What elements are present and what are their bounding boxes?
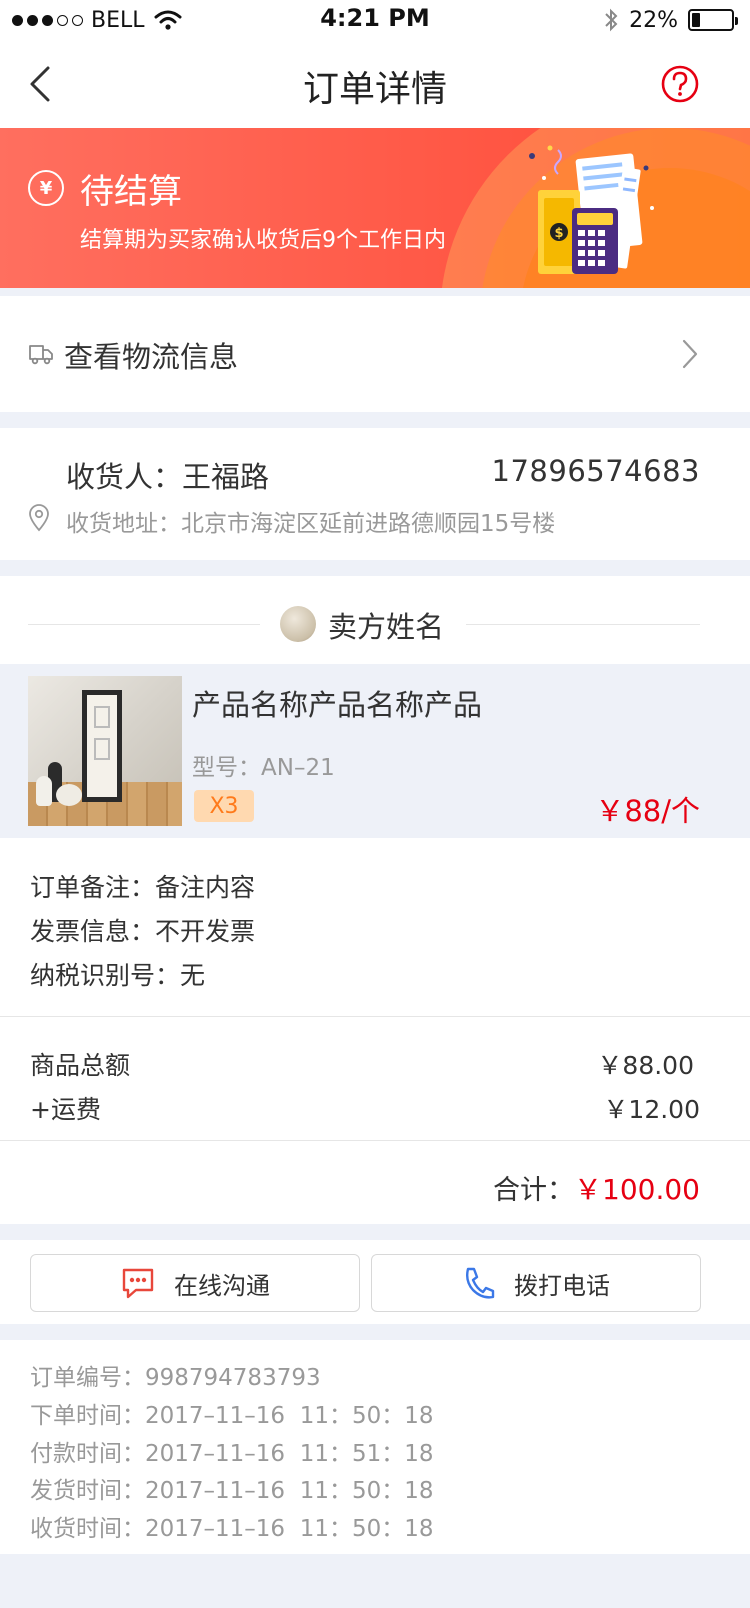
goods-total-value: ￥88.00 (597, 1051, 694, 1080)
order-total-value: ￥100.00 (574, 1173, 700, 1206)
receiver-phone: 17896574683 (491, 454, 700, 488)
received-time: 2017–11–16 11：50：18 (145, 1516, 434, 1542)
freight-label: +运费 (30, 1095, 101, 1124)
receiver-address-label: 收货地址： (66, 511, 181, 537)
receiver-address: 北京市海淀区延前进路德顺园15号楼 (181, 511, 556, 537)
yen-circle-icon: ¥ (28, 170, 64, 206)
receiver-name: 王福路 (182, 460, 270, 494)
created-time-label: 下单时间： (30, 1403, 145, 1429)
navigation-bar: 订单详情 (0, 40, 750, 128)
order-total-row: 合计： ￥100.00 (493, 1168, 700, 1208)
invoice-label: 发票信息： (30, 917, 156, 946)
shipped-time-label: 发货时间： (30, 1478, 145, 1504)
order-main-card: 卖方姓名 产品名称产品名称产品 型号：AN–21 X3 ￥88/个 订单备注：备… (0, 576, 750, 1224)
seller-name[interactable]: 卖方姓名 (328, 604, 444, 646)
phone-icon (465, 1267, 495, 1299)
paid-time-row: 付款时间：2017–11–16 11：51：18 (30, 1434, 434, 1468)
freight-value: ￥12.00 (603, 1095, 700, 1124)
status-bar: BELL 4:21 PM 22% (0, 0, 750, 40)
divider (28, 624, 260, 625)
order-remark-row: 订单备注：备注内容 (30, 868, 255, 904)
battery-percent: 22% (629, 7, 678, 33)
divider (0, 1016, 750, 1017)
logistics-row[interactable]: 查看物流信息 (0, 296, 750, 412)
call-phone-button[interactable]: 拨打电话 (371, 1254, 701, 1312)
order-status-banner: ¥ 待结算 结算期为买家确认收货后9个工作日内 $ (0, 128, 750, 288)
order-remark: 备注内容 (155, 873, 256, 902)
receiver-address-row: 收货地址：北京市海淀区延前进路德顺园15号楼 (66, 504, 555, 538)
product-image (28, 676, 182, 826)
divider (0, 1140, 750, 1141)
bluetooth-icon (605, 8, 618, 32)
paid-time: 2017–11–16 11：51：18 (145, 1441, 434, 1467)
product-model-row: 型号：AN–21 (192, 748, 335, 782)
order-timeline: 订单编号：998794783793 下单时间：2017–11–16 11：50：… (0, 1340, 750, 1554)
product-item[interactable]: 产品名称产品名称产品 型号：AN–21 X3 ￥88/个 (0, 664, 750, 838)
svg-text:$: $ (554, 226, 563, 241)
tax-id-row: 纳税识别号：无 (30, 956, 205, 992)
product-model: AN–21 (261, 755, 335, 781)
call-phone-label: 拨打电话 (514, 1271, 610, 1300)
invoice-row: 发票信息：不开发票 (30, 912, 255, 948)
seller-avatar[interactable] (280, 606, 316, 642)
received-time-row: 收货时间：2017–11–16 11：50：18 (30, 1509, 434, 1543)
battery-level (692, 13, 701, 27)
receiver-card: 收货人：王福路 17896574683 收货地址：北京市海淀区延前进路德顺园15… (0, 428, 750, 560)
created-time: 2017–11–16 11：50：18 (145, 1403, 434, 1429)
shipped-time: 2017–11–16 11：50：18 (145, 1478, 434, 1504)
paid-time-label: 付款时间： (30, 1441, 145, 1467)
online-chat-button[interactable]: 在线沟通 (30, 1254, 360, 1312)
shipped-time-row: 发货时间：2017–11–16 11：50：18 (30, 1471, 434, 1505)
online-chat-label: 在线沟通 (174, 1271, 270, 1300)
settlement-illustration: $ (529, 145, 654, 274)
logistics-label: 查看物流信息 (64, 340, 239, 374)
status-title: 待结算 (80, 172, 182, 212)
quantity-badge: X3 (194, 790, 254, 822)
status-description: 结算期为买家确认收货后9个工作日内 (80, 228, 446, 253)
created-time-row: 下单时间：2017–11–16 11：50：18 (30, 1396, 434, 1430)
receiver-name-row: 收货人：王福路 (66, 454, 269, 496)
status-right: 22% (603, 6, 738, 34)
receiver-name-label: 收货人： (66, 460, 183, 494)
product-model-label: 型号： (192, 755, 261, 781)
received-time-label: 收货时间： (30, 1516, 145, 1542)
invoice-value: 不开发票 (155, 917, 256, 946)
order-number-row: 订单编号：998794783793 (30, 1358, 321, 1392)
chat-bubble-icon (122, 1268, 154, 1299)
contact-actions: 在线沟通 拨打电话 (0, 1240, 750, 1324)
product-name: 产品名称产品名称产品 (192, 688, 483, 722)
order-number: 998794783793 (145, 1365, 321, 1391)
order-total-label: 合计： (493, 1175, 575, 1206)
location-pin-icon (29, 504, 49, 532)
tax-id-label: 纳税识别号： (30, 961, 181, 990)
truck-icon (29, 345, 53, 365)
product-price: ￥88/个 (595, 794, 700, 828)
order-remark-label: 订单备注： (30, 873, 156, 902)
order-number-label: 订单编号： (30, 1365, 145, 1391)
divider (466, 624, 700, 625)
goods-total-label: 商品总额 (30, 1051, 131, 1080)
page-title: 订单详情 (302, 69, 447, 110)
help-button[interactable] (660, 64, 700, 104)
question-circle-icon (661, 65, 699, 103)
tax-id-value: 无 (180, 961, 206, 990)
chevron-right-icon (682, 339, 698, 369)
battery-icon (688, 9, 738, 31)
